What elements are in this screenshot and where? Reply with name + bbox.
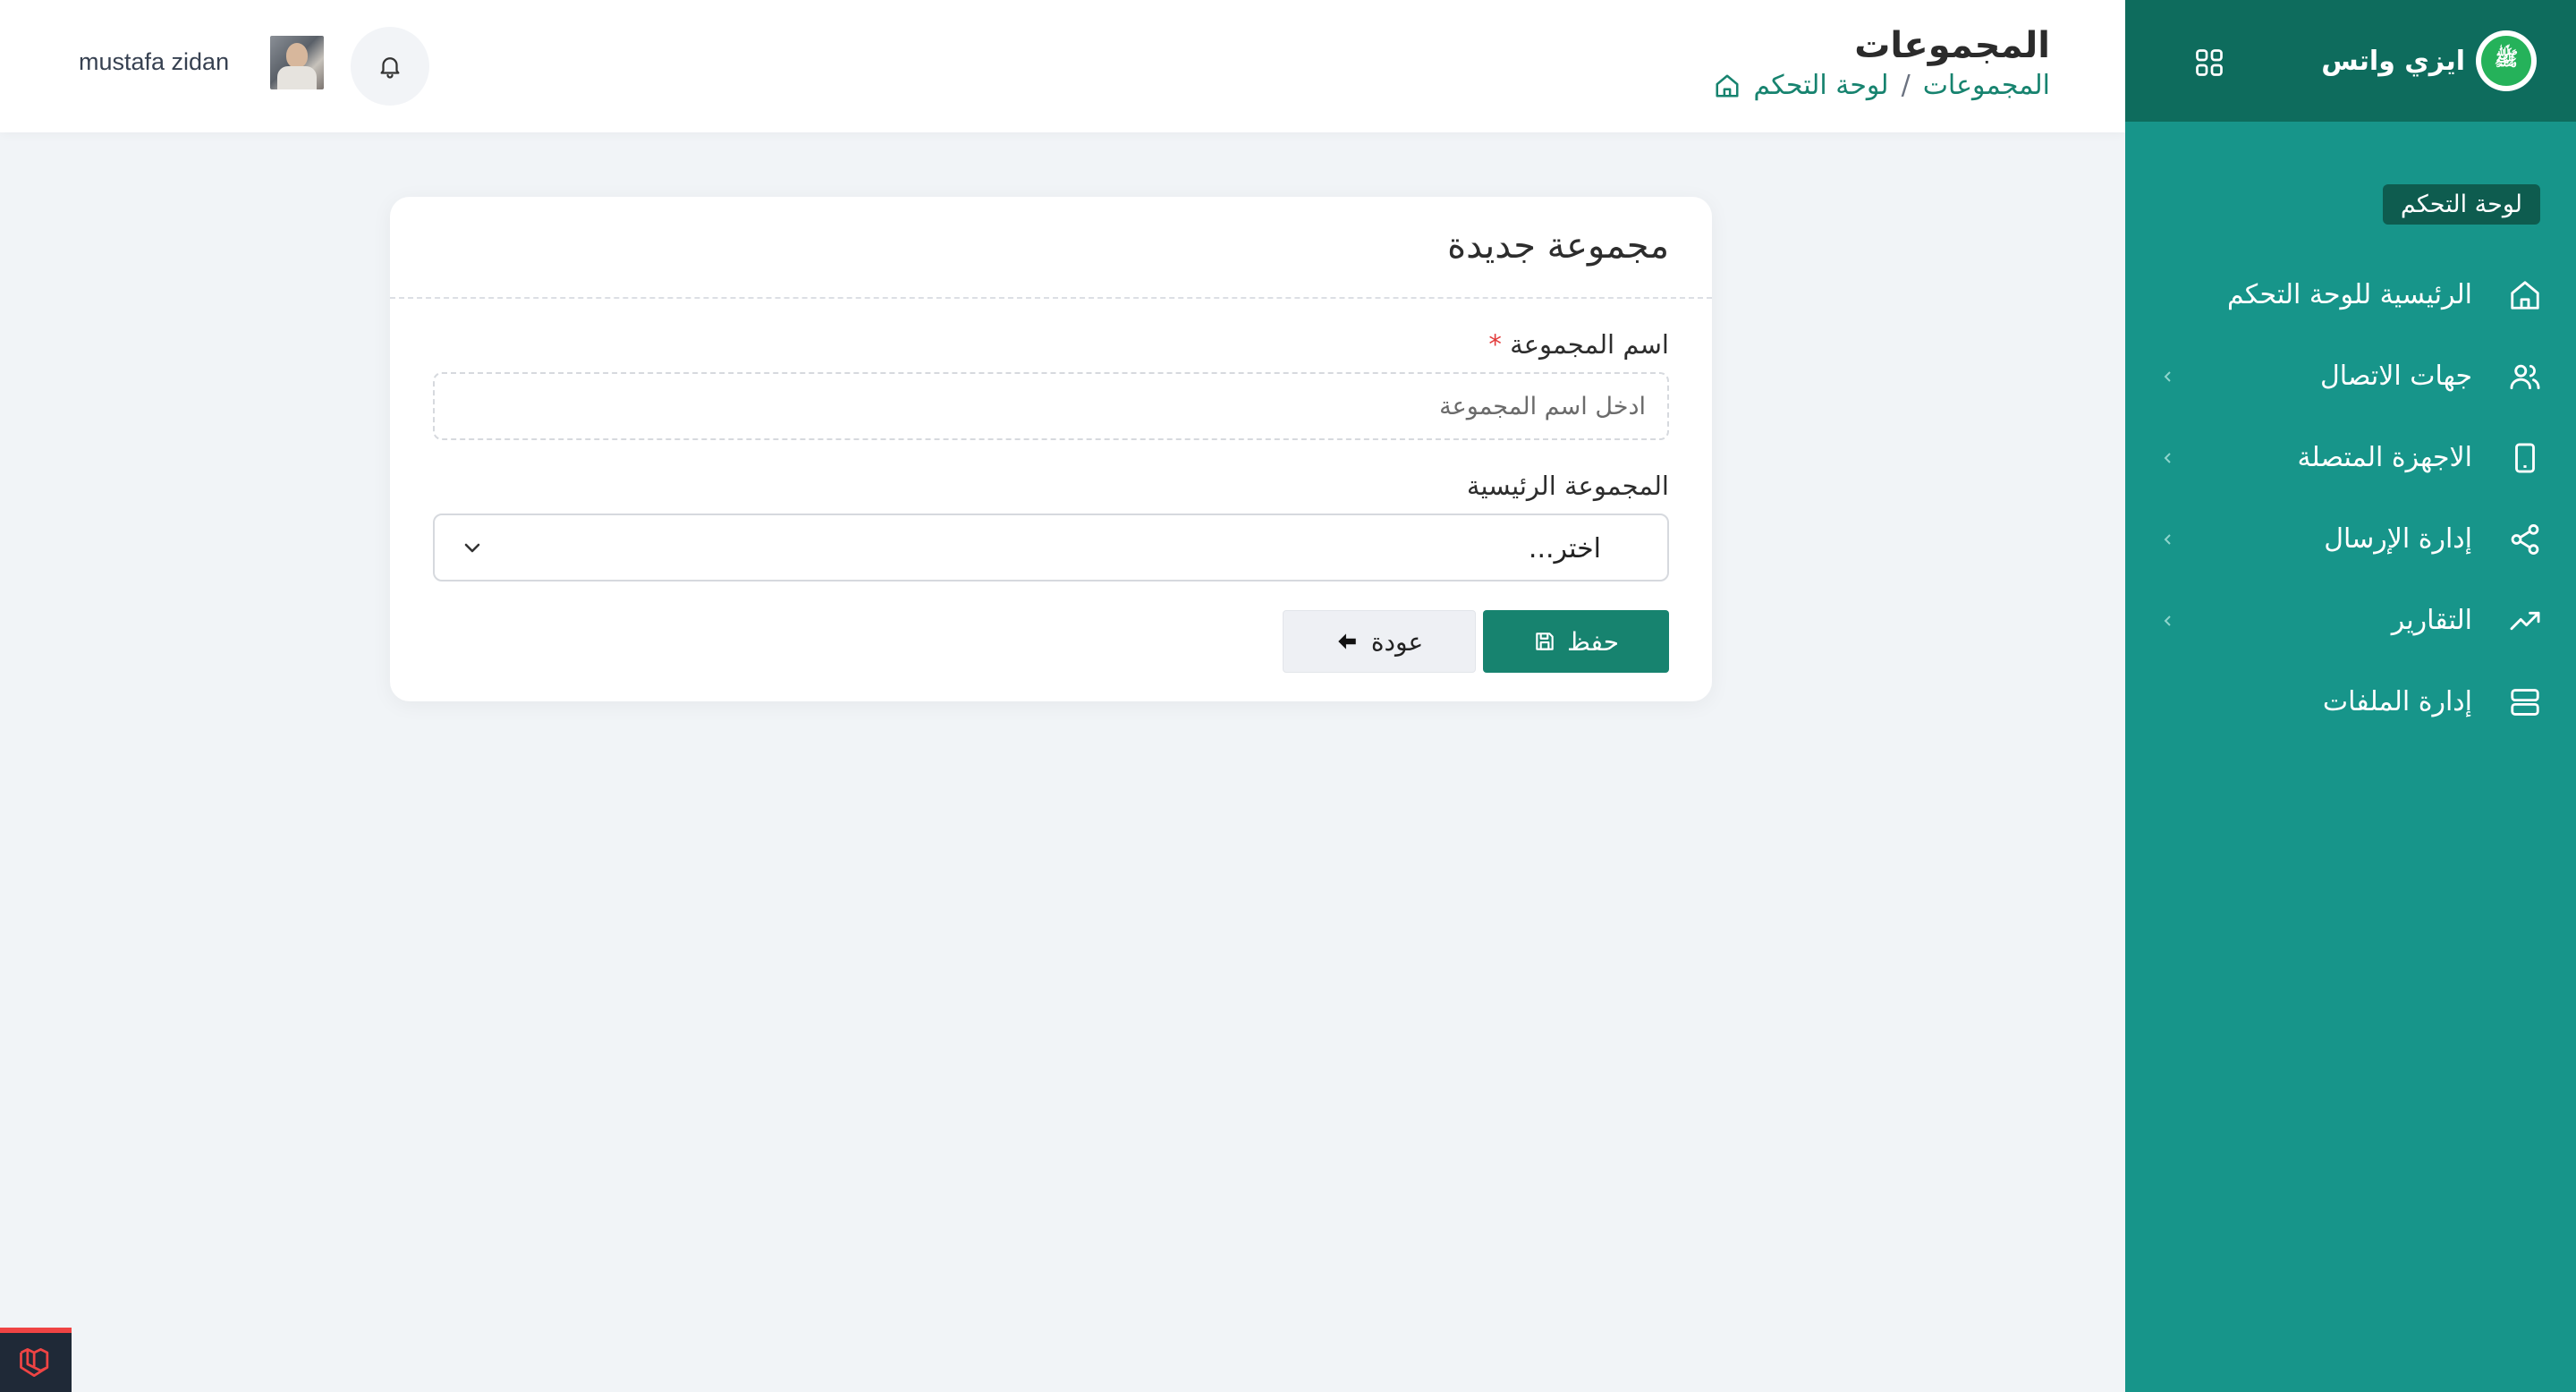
sidebar-item-label: إدارة الملفات [2322, 686, 2472, 717]
top-header: المجموعات لوحة التحكم / المجموعات mustaf… [0, 0, 2125, 132]
sidebar-item-reports[interactable]: التقارير [2125, 580, 2576, 661]
back-button[interactable]: عودة [1283, 610, 1476, 673]
laravel-logo-icon [20, 1347, 49, 1378]
chevron-left-icon [2164, 615, 2171, 626]
sidebar-item-sending-management[interactable]: إدارة الإرسال [2125, 498, 2576, 580]
breadcrumb: لوحة التحكم / المجموعات [1714, 70, 2050, 101]
arrow-left-icon [1338, 633, 1356, 649]
card-title: مجموعة جديدة [1447, 225, 1669, 267]
sidebar-item-label: إدارة الإرسال [2324, 523, 2472, 555]
apps-grid-icon[interactable] [2193, 47, 2225, 79]
card-divider [390, 297, 1712, 299]
save-button[interactable]: حفظ [1483, 610, 1669, 673]
trend-icon [2510, 611, 2540, 630]
whatsapp-logo-icon: ﷺ [2476, 30, 2537, 91]
group-name-label: اسم المجموعة * [1488, 329, 1669, 360]
chevron-left-icon [2164, 452, 2171, 463]
chevron-down-icon [464, 543, 480, 553]
sidebar: ﷺ ايزي واتس لوحة التحكم الرئيسية للوحة ا… [2125, 0, 2576, 1392]
bell-icon [380, 57, 400, 79]
share-icon [2511, 523, 2539, 555]
sidebar-item-contacts[interactable]: جهات الاتصال [2125, 335, 2576, 417]
sidebar-item-label: جهات الاتصال [2319, 361, 2472, 392]
sidebar-item-dashboard-home[interactable]: الرئيسية للوحة التحكم [2125, 254, 2576, 335]
brand-name: ايزي واتس [2321, 45, 2465, 77]
new-group-card: مجموعة جديدة اسم المجموعة * المجموعة الر… [390, 197, 1712, 701]
breadcrumb-separator: / [1901, 70, 1911, 101]
chevron-left-icon [2164, 533, 2171, 545]
brand[interactable]: ﷺ ايزي واتس [2321, 30, 2537, 91]
server-icon [2511, 688, 2539, 716]
device-icon [2515, 443, 2535, 472]
save-icon [1536, 632, 1554, 650]
breadcrumb-current: المجموعات [1922, 70, 2050, 101]
sidebar-item-connected-devices[interactable]: الاجهزة المتصلة [2125, 417, 2576, 498]
group-name-input[interactable] [433, 372, 1669, 440]
sidebar-item-label: التقارير [2391, 605, 2472, 636]
laravel-debugbar-toggle[interactable] [0, 1328, 72, 1392]
home-icon [1716, 74, 1739, 97]
parent-group-label: المجموعة الرئيسية [1466, 471, 1669, 501]
sidebar-item-label: الرئيسية للوحة التحكم [2226, 279, 2472, 310]
avatar[interactable] [270, 36, 324, 89]
sidebar-item-file-management[interactable]: إدارة الملفات [2125, 661, 2576, 743]
sidebar-section-label: لوحة التحكم [2382, 184, 2540, 225]
sidebar-item-label: الاجهزة المتصلة [2297, 442, 2472, 473]
parent-group-select[interactable]: اختر... [433, 514, 1669, 581]
home-icon [2511, 280, 2539, 310]
user-name[interactable]: mustafa zidan [79, 48, 229, 76]
sidebar-nav: الرئيسية للوحة التحكم جهات الاتصال الاجه… [2125, 254, 2576, 743]
notifications-button[interactable] [351, 27, 429, 106]
sidebar-header: ﷺ ايزي واتس [2125, 0, 2576, 122]
select-value: اختر... [1528, 533, 1601, 564]
chevron-left-icon [2164, 370, 2171, 382]
required-mark: * [1488, 329, 1502, 360]
breadcrumb-home-link[interactable]: لوحة التحكم [1753, 70, 1888, 101]
page-title: المجموعات [1854, 25, 2050, 66]
users-icon [2510, 364, 2540, 389]
